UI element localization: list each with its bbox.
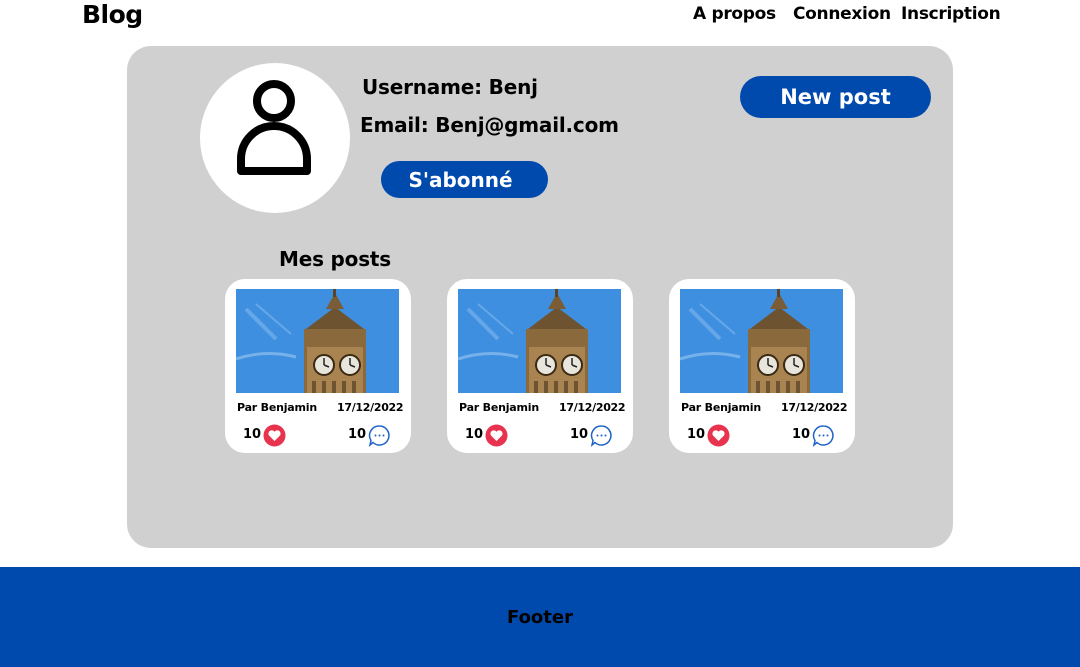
post-card[interactable]: Par Benjamin 17/12/2022 10 10 [447,279,633,453]
site-logo[interactable]: Blog [82,0,143,29]
comments-count: 10 [570,427,589,442]
comment-icon[interactable] [812,424,835,447]
likes-count: 10 [687,427,706,442]
post-author: Par Benjamin [459,401,539,414]
likes-count: 10 [243,427,262,442]
comments-count: 10 [792,427,811,442]
profile-panel: Username: Benj Email: Benj@gmail.com S'a… [127,46,953,548]
comment-icon[interactable] [368,424,391,447]
post-author: Par Benjamin [681,401,761,414]
heart-icon[interactable] [707,424,730,447]
post-date: 17/12/2022 [559,401,626,414]
post-author: Par Benjamin [237,401,317,414]
big-ben-image[interactable] [236,289,399,393]
avatar [200,63,350,213]
heart-icon[interactable] [263,424,286,447]
profile-email: Email: Benj@gmail.com [360,113,619,137]
user-icon [237,80,311,175]
nav-link-about[interactable]: A propos [693,4,776,24]
comment-icon[interactable] [590,424,613,447]
post-card[interactable]: Par Benjamin 17/12/2022 10 10 [225,279,411,453]
site-footer: Footer [0,567,1080,667]
big-ben-image[interactable] [680,289,843,393]
likes-count: 10 [465,427,484,442]
profile-username: Username: Benj [362,75,538,99]
nav-link-login[interactable]: Connexion [793,4,891,24]
post-date: 17/12/2022 [781,401,848,414]
nav-link-signup[interactable]: Inscription [901,4,1001,24]
my-posts-title: Mes posts [279,247,391,271]
big-ben-image[interactable] [458,289,621,393]
heart-icon[interactable] [485,424,508,447]
footer-text: Footer [507,607,573,628]
post-date: 17/12/2022 [337,401,404,414]
new-post-button[interactable]: New post [740,76,931,118]
comments-count: 10 [348,427,367,442]
subscribe-button[interactable]: S'abonné [381,161,548,198]
post-card[interactable]: Par Benjamin 17/12/2022 10 10 [669,279,855,453]
